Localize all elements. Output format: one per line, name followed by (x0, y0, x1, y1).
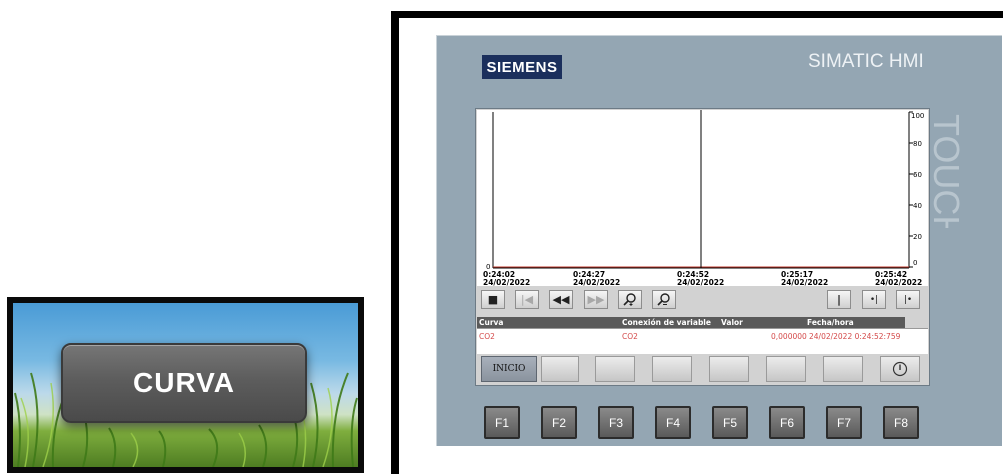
zoom-out-icon (657, 293, 670, 306)
right-axis-label: 100 (911, 112, 924, 120)
right-axis-label: 20 (913, 233, 922, 241)
screen-softkey[interactable] (766, 356, 806, 382)
curva-button-label: CURVA (133, 367, 235, 398)
first-icon: |◀ (520, 293, 534, 306)
zoom-in-button[interactable] (618, 290, 642, 309)
ruler-forward-icon: |• (903, 294, 913, 305)
siemens-logo: SIEMENS (482, 55, 562, 79)
date-label: 24/02/2022 (483, 278, 530, 287)
zoom-in-icon (623, 293, 636, 306)
inicio-button-label: INICIO (492, 364, 526, 374)
stop-icon: ■ (487, 293, 499, 306)
header-value: Valor (721, 318, 743, 327)
trend-chart: 0 100 80 60 40 20 0 0:24:02 24/02/2022 0… (483, 110, 924, 287)
f4-key[interactable]: F4 (655, 406, 691, 439)
inicio-button[interactable]: INICIO (481, 356, 537, 382)
stop-button[interactable]: ■ (481, 290, 505, 309)
rewind-icon: ◀◀ (552, 293, 570, 306)
ruler-forward-button[interactable]: |• (896, 290, 920, 309)
forward-button[interactable]: ▶▶ (584, 290, 608, 309)
forward-icon: ▶▶ (587, 293, 605, 306)
ruler-button[interactable]: | (827, 290, 851, 309)
header-datetime: Fecha/hora (807, 318, 854, 327)
power-icon (892, 361, 908, 377)
value-table-body[interactable]: CO2 CO2 0,000000 24/02/2022 0:24:52:759 (477, 328, 928, 354)
power-button[interactable] (880, 356, 920, 382)
zoom-out-button[interactable] (652, 290, 676, 309)
screen-softkey[interactable] (652, 356, 692, 382)
grass-background: CURVA (13, 303, 358, 467)
ruler-icon: | (836, 293, 842, 306)
date-label: 24/02/2022 (781, 278, 828, 287)
value-table-header: Curva Conexión de variable Valor Fecha/h… (477, 317, 905, 328)
f3-key[interactable]: F3 (598, 406, 634, 439)
date-label: 24/02/2022 (875, 278, 922, 287)
date-label: 24/02/2022 (573, 278, 620, 287)
first-button[interactable]: |◀ (515, 290, 539, 309)
rewind-button[interactable]: ◀◀ (549, 290, 573, 309)
f2-key[interactable]: F2 (541, 406, 577, 439)
f8-key[interactable]: F8 (883, 406, 919, 439)
header-connection: Conexión de variable (622, 318, 711, 327)
curva-button[interactable]: CURVA (61, 343, 307, 423)
ruler-back-button[interactable]: •| (862, 290, 886, 309)
right-axis-label: 40 (913, 202, 922, 210)
cell-connection: CO2 (622, 332, 638, 341)
cell-value: 0,000000 (771, 332, 807, 341)
f6-key[interactable]: F6 (769, 406, 805, 439)
model-label: SIMATIC HMI (808, 51, 924, 72)
f1-key[interactable]: F1 (484, 406, 520, 439)
screen-softkey[interactable] (709, 356, 749, 382)
cell-datetime: 24/02/2022 0:24:52:759 (809, 332, 901, 341)
touch-text: TOUCH (928, 114, 964, 228)
date-label: 24/02/2022 (677, 278, 724, 287)
touch-label: TOUCH (926, 110, 967, 241)
header-curve: Curva (479, 318, 504, 327)
right-axis-label: 0 (913, 259, 917, 267)
f7-key[interactable]: F7 (826, 406, 862, 439)
right-axis-label: 80 (913, 140, 922, 148)
screen-softkey[interactable] (595, 356, 635, 382)
touch-vertical-text: TOUCH (926, 114, 967, 241)
screen-softkey[interactable] (541, 356, 579, 382)
f5-key[interactable]: F5 (712, 406, 748, 439)
cell-curve: CO2 (479, 332, 495, 341)
ruler-back-icon: •| (869, 294, 879, 305)
screen-softkey[interactable] (823, 356, 863, 382)
right-axis-label: 60 (913, 171, 922, 179)
